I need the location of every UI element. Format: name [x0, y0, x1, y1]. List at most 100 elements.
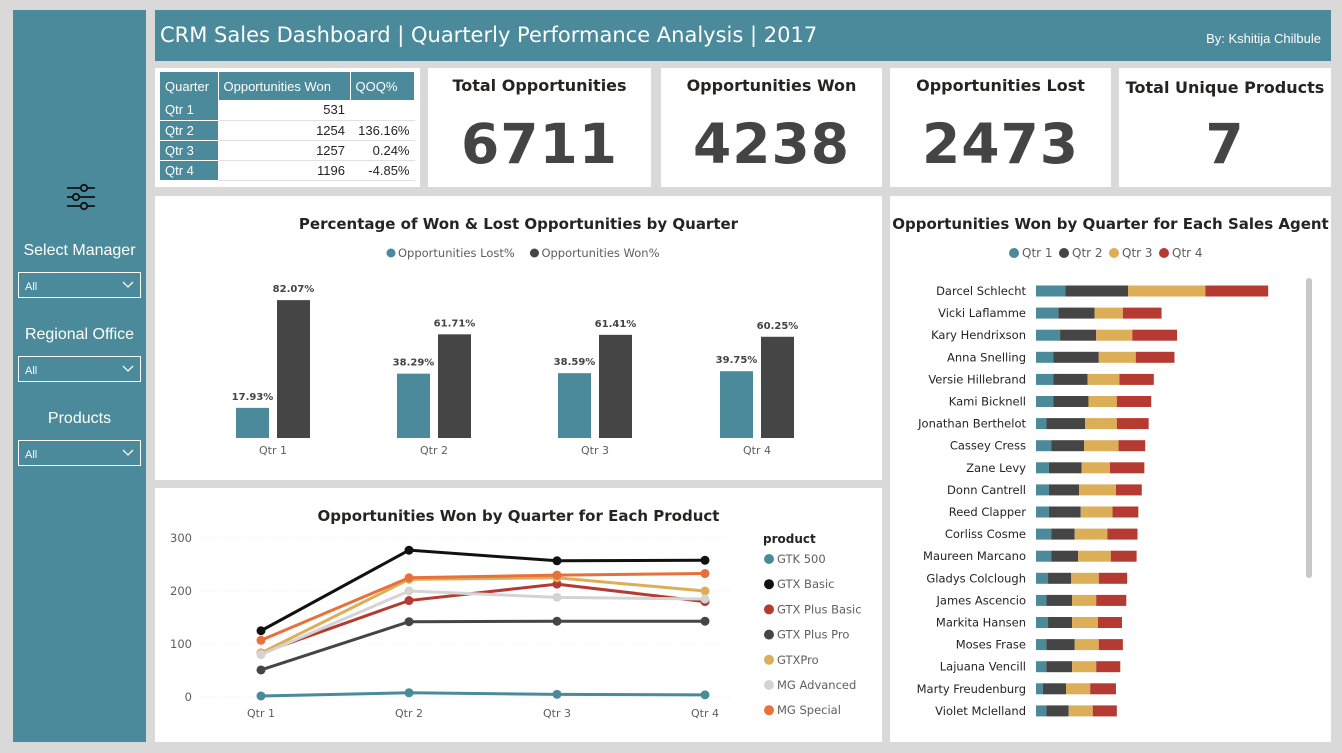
legend-label: Qtr 4: [1172, 246, 1203, 260]
bar-segment: [1048, 506, 1081, 518]
data-point: [256, 665, 266, 675]
manager-dropdown[interactable]: All: [18, 272, 141, 298]
legend-label: Qtr 3: [1122, 246, 1153, 260]
legend-label: MG Special: [777, 703, 841, 717]
bar-segment: [1072, 617, 1098, 628]
chevron-down-icon: [122, 281, 134, 288]
bar: [558, 373, 591, 438]
won-cell: 1254: [218, 120, 350, 141]
bar-segment: [1036, 418, 1047, 430]
column-header[interactable]: QOQ%: [350, 72, 415, 100]
data-point: [404, 545, 414, 555]
agent-label: Donn Cantrell: [947, 483, 1026, 497]
quarter-table: Quarter Opportunities Won QOQ% Qtr 1 531…: [160, 72, 415, 181]
bar-segment: [1119, 373, 1154, 385]
bar-segment: [1036, 639, 1047, 651]
qoq-cell: -4.85%: [350, 160, 415, 181]
legend-marker: [1009, 248, 1019, 258]
bar: [438, 334, 471, 438]
legend-marker: [386, 248, 396, 258]
products-dropdown[interactable]: All: [18, 440, 141, 466]
agent-label: James Ascencio: [936, 593, 1026, 607]
legend-marker: [1109, 248, 1119, 258]
table-row: Qtr 1 531: [160, 100, 415, 121]
data-label: 38.29%: [393, 358, 435, 369]
dashboard-header: CRM Sales Dashboard | Quarterly Performa…: [155, 10, 1331, 61]
legend-title: product: [763, 532, 816, 546]
scrollbar[interactable]: [1306, 278, 1312, 578]
bar-segment: [1053, 373, 1088, 385]
bar-segment: [1128, 285, 1206, 297]
bar-segment: [1048, 617, 1073, 628]
bar-segment: [1036, 705, 1047, 717]
legend-marker: [1159, 248, 1169, 258]
bar-segment: [1135, 351, 1175, 363]
data-label: 38.59%: [554, 357, 596, 368]
kpi-title: Total Opportunities: [452, 76, 627, 95]
bar-segment: [1048, 484, 1079, 496]
bar-segment: [1036, 351, 1054, 363]
region-dropdown[interactable]: All: [18, 356, 141, 382]
qoq-cell: [350, 100, 415, 121]
bar-segment: [1087, 373, 1120, 385]
x-tick-label: Qtr 4: [691, 707, 719, 720]
data-point: [552, 616, 562, 626]
y-tick-label: 300: [170, 531, 192, 545]
bar: [397, 373, 430, 438]
data-point: [552, 689, 562, 699]
bar-segment: [1088, 396, 1117, 407]
x-tick-label: Qtr 3: [581, 444, 609, 457]
table-row: Qtr 2 1254 136.16%: [160, 120, 415, 141]
kpi-value: 7: [1205, 112, 1245, 176]
bar-segment: [1115, 484, 1142, 496]
data-point: [700, 594, 710, 604]
region-slicer-label: Regional Office: [24, 326, 135, 343]
bar-segment: [1036, 550, 1052, 562]
bar-segment: [1080, 506, 1113, 518]
won-cell: 1196: [218, 160, 350, 181]
dashboard-title: CRM Sales Dashboard | Quarterly Performa…: [160, 23, 818, 47]
bar-segment: [1036, 285, 1066, 297]
column-header[interactable]: Quarter: [160, 72, 219, 100]
legend-marker: [764, 629, 774, 640]
kpi-value: 6711: [460, 112, 619, 176]
data-point: [700, 555, 710, 565]
data-point: [700, 569, 710, 579]
chevron-down-icon: [122, 365, 134, 372]
x-tick-label: Qtr 2: [395, 707, 423, 720]
bar-segment: [1107, 528, 1138, 540]
legend-label: Qtr 1: [1022, 246, 1053, 260]
bar-segment: [1046, 594, 1073, 606]
data-point: [256, 650, 266, 660]
legend-label: Opportunities Lost%: [398, 246, 515, 260]
data-point: [404, 596, 414, 606]
kpi-title: Total Unique Products: [1125, 78, 1325, 97]
product-line-chart: 0 100 200 300 Qtr 1 Qtr 2 Qtr 3 Qtr 4 product GTK…: [170, 531, 862, 720]
agent-label: Kami Bicknell: [949, 395, 1026, 409]
kpi-value: 2473: [921, 112, 1080, 176]
quarter-cell: Qtr 4: [160, 160, 218, 181]
bar-segment: [1036, 594, 1047, 606]
column-header[interactable]: Opportunities Won: [218, 72, 351, 100]
quarter-cell: Qtr 1: [160, 100, 218, 121]
data-point: [700, 616, 710, 626]
bar-segment: [1036, 396, 1054, 407]
agent-label: Markita Hansen: [936, 616, 1026, 630]
qoq-cell: 136.16%: [350, 120, 415, 141]
kpi-title: Opportunities Won: [686, 76, 857, 95]
bar-segment: [1036, 683, 1043, 695]
x-tick-label: Qtr 2: [420, 444, 448, 457]
x-tick-label: Qtr 1: [247, 707, 275, 720]
bar-segment: [1058, 307, 1095, 319]
legend-marker: [764, 705, 774, 716]
won-cell: 531: [218, 100, 350, 121]
products-slicer-label: Products: [47, 410, 112, 427]
agent-label: Marty Freudenburg: [917, 682, 1026, 696]
bar-segment: [1097, 617, 1122, 628]
bar-segment: [1096, 661, 1121, 673]
bar-segment: [1109, 462, 1145, 474]
agent-label: Vicki Laflamme: [938, 306, 1026, 320]
agent-label: Kary Hendrixson: [931, 328, 1026, 342]
bar-segment: [1036, 661, 1047, 673]
bar-segment: [1036, 506, 1049, 518]
